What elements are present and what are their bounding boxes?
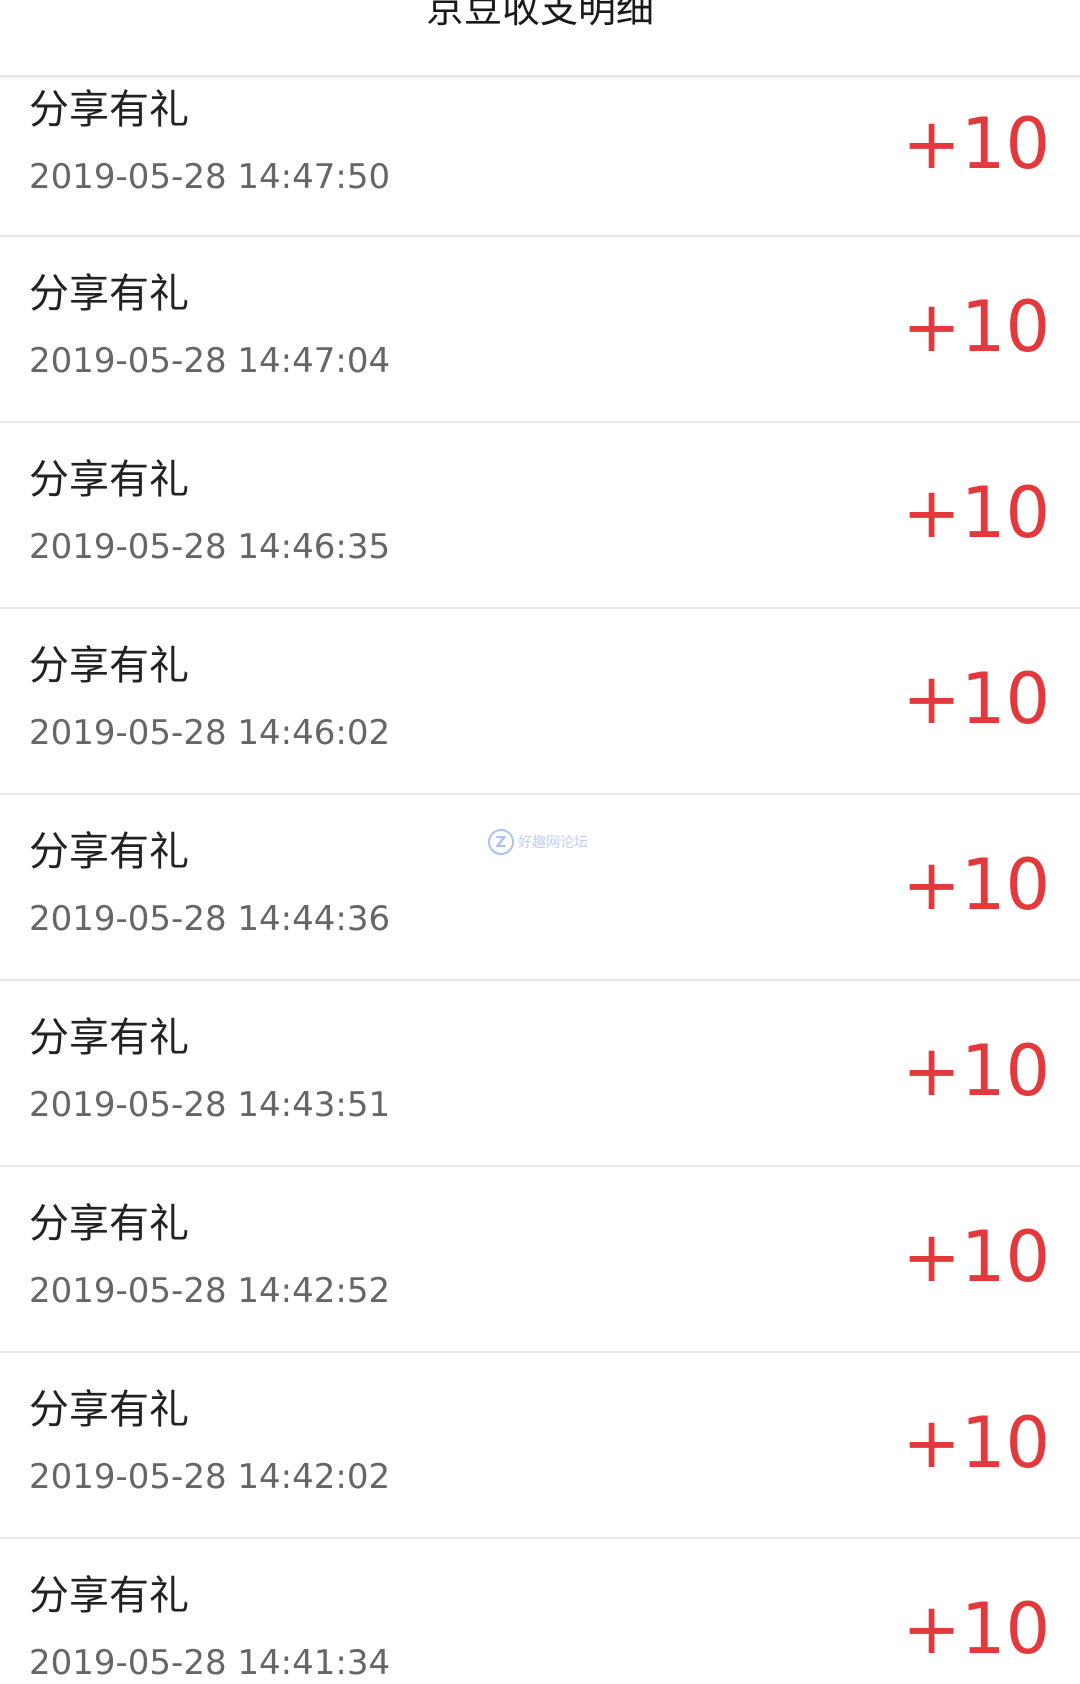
record-amount: +10	[902, 658, 1050, 740]
records-list[interactable]: 分享有礼 2019-05-28 14:47:50 +10 分享有礼 2019-0…	[0, 77, 1080, 1684]
record-label: 分享有礼	[29, 1015, 189, 1061]
top-bar: 京豆收支明细	[0, 0, 1080, 77]
record-time: 2019-05-28 14:42:02	[29, 1457, 391, 1497]
record-amount: +10	[902, 1588, 1050, 1670]
record-time: 2019-05-28 14:44:36	[29, 899, 391, 939]
record-label: 分享有礼	[29, 643, 189, 689]
list-item[interactable]: 分享有礼 2019-05-28 14:42:02 +10	[0, 1353, 1080, 1539]
forum-logo-icon: Z	[488, 829, 514, 855]
record-time: 2019-05-28 14:47:50	[29, 157, 391, 197]
list-item[interactable]: 分享有礼 2019-05-28 14:42:52 +10	[0, 1167, 1080, 1353]
record-amount: +10	[902, 1030, 1050, 1112]
list-item[interactable]: 分享有礼 2019-05-28 14:44:36 +10	[0, 795, 1080, 981]
record-label: 分享有礼	[29, 271, 189, 317]
record-amount: +10	[902, 103, 1050, 185]
record-amount: +10	[902, 286, 1050, 368]
record-label: 分享有礼	[29, 829, 189, 875]
list-item[interactable]: 分享有礼 2019-05-28 14:46:35 +10	[0, 423, 1080, 609]
record-time: 2019-05-28 14:43:51	[29, 1085, 391, 1125]
page-title: 京豆收支明细	[425, 0, 654, 31]
record-label: 分享有礼	[29, 1573, 189, 1619]
record-time: 2019-05-28 14:47:04	[29, 341, 391, 381]
record-label: 分享有礼	[29, 457, 189, 503]
record-time: 2019-05-28 14:46:35	[29, 527, 391, 567]
list-item[interactable]: 分享有礼 2019-05-28 14:41:34 +10	[0, 1539, 1080, 1684]
watermark-text: 好趣网论坛	[518, 835, 588, 851]
jingdou-detail-page: 京豆收支明细 分享有礼 2019-05-28 14:47:50 +10 分享有礼…	[0, 0, 1080, 1684]
list-item[interactable]: 分享有礼 2019-05-28 14:47:50 +10	[0, 77, 1080, 237]
list-item[interactable]: 分享有礼 2019-05-28 14:47:04 +10	[0, 237, 1080, 423]
watermark: Z 好趣网论坛	[488, 828, 588, 856]
record-label: 分享有礼	[29, 87, 189, 133]
record-label: 分享有礼	[29, 1201, 189, 1247]
record-amount: +10	[902, 1402, 1050, 1484]
record-time: 2019-05-28 14:42:52	[29, 1271, 391, 1311]
record-amount: +10	[902, 844, 1050, 926]
record-time: 2019-05-28 14:46:02	[29, 713, 391, 753]
record-time: 2019-05-28 14:41:34	[29, 1643, 391, 1683]
list-item[interactable]: 分享有礼 2019-05-28 14:46:02 +10	[0, 609, 1080, 795]
record-amount: +10	[902, 472, 1050, 554]
record-label: 分享有礼	[29, 1387, 189, 1433]
record-amount: +10	[902, 1216, 1050, 1298]
list-item[interactable]: 分享有礼 2019-05-28 14:43:51 +10	[0, 981, 1080, 1167]
